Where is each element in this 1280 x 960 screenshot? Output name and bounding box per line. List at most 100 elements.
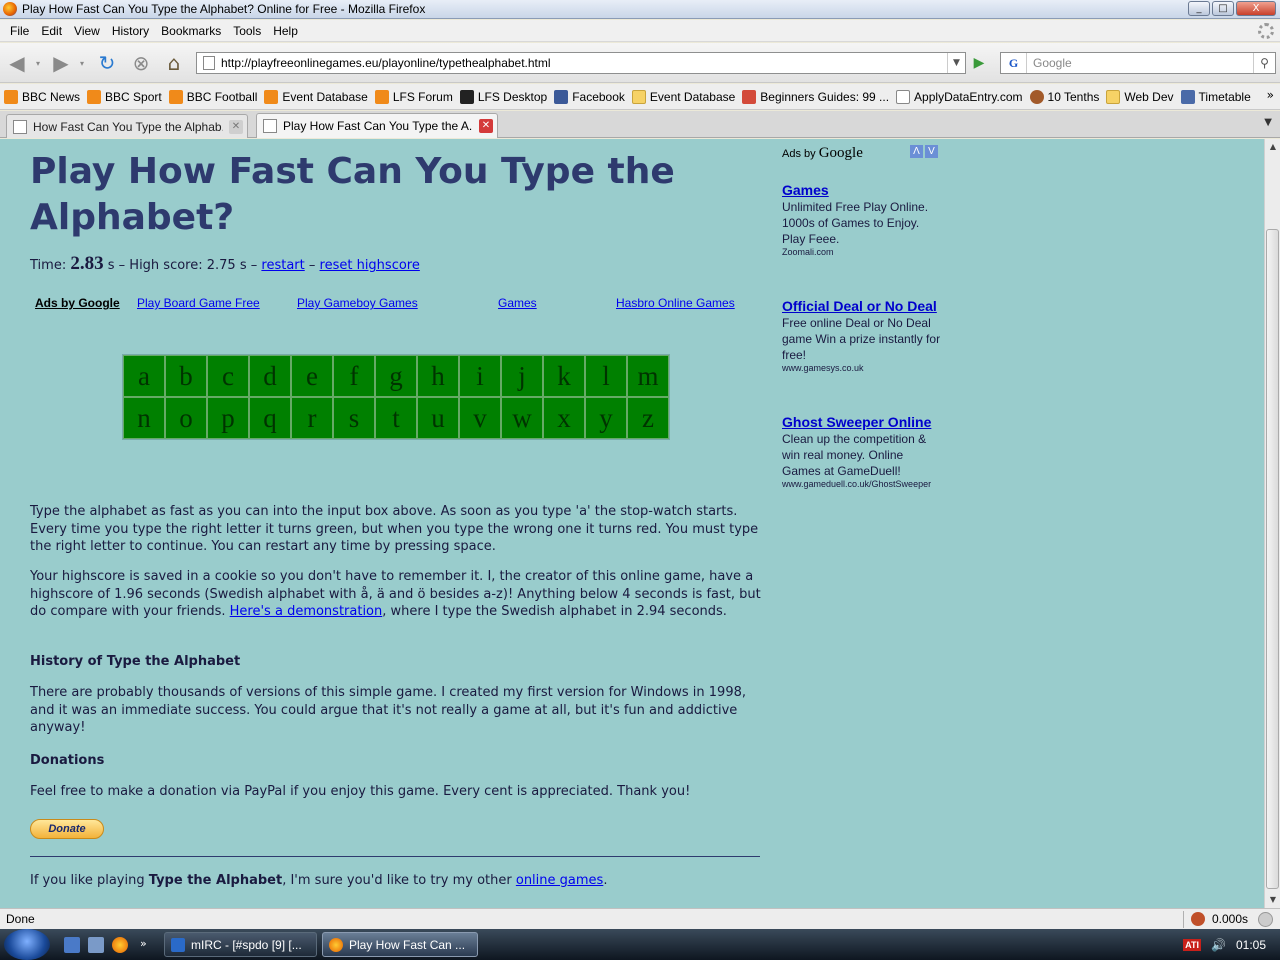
taskbar-mirc[interactable]: mIRC - [#spdo [9] [... <box>164 932 317 957</box>
quicklaunch-more-icon[interactable]: » <box>140 937 156 953</box>
bookmark-facebook[interactable]: Facebook <box>554 89 625 104</box>
firefox-quicklaunch-icon[interactable] <box>112 937 128 953</box>
bookmark-web-dev[interactable]: Web Dev <box>1106 89 1174 104</box>
maximize-button[interactable]: □ <box>1212 1 1234 16</box>
cms-icon <box>1180 89 1195 104</box>
clock[interactable]: 01:05 <box>1236 938 1266 952</box>
scrollbar-thumb[interactable] <box>1266 229 1279 889</box>
alphabet-grid[interactable]: abcdefghijklm nopqrstuvwxyz <box>122 354 670 440</box>
search-box[interactable]: G Google ⚲ <box>1000 52 1276 74</box>
minimize-button[interactable]: _ <box>1188 1 1210 16</box>
tab-play-type-alphabet[interactable]: Play How Fast Can You Type the A... ✕ <box>256 113 498 138</box>
ati-icon[interactable]: ATI <box>1183 938 1202 951</box>
online-games-link[interactable]: online games <box>516 873 603 888</box>
close-window-button[interactable]: X <box>1236 1 1276 16</box>
bookmark-lfs-forum[interactable]: LFS Forum <box>374 89 453 104</box>
window-title: Play How Fast Can You Type the Alphabet?… <box>22 2 426 16</box>
url-dropdown-icon[interactable]: ▼ <box>947 53 965 73</box>
menu-history[interactable]: History <box>106 24 155 38</box>
windows-taskbar: » mIRC - [#spdo [9] [... Play How Fast C… <box>0 929 1280 960</box>
forward-history-dropdown-icon[interactable]: ▾ <box>76 51 88 75</box>
url-text[interactable]: http://playfreeonlinegames.eu/playonline… <box>221 56 947 70</box>
letter-cell-i: i <box>459 355 501 397</box>
ad-prev-icon[interactable]: Λ <box>910 145 923 158</box>
home-icon[interactable]: ⌂ <box>161 51 187 75</box>
letter-cell-d: d <box>249 355 291 397</box>
bookmark-applydataentry[interactable]: ApplyDataEntry.com <box>896 89 1023 104</box>
bookmark-bbc-sport[interactable]: BBC Sport <box>87 89 162 104</box>
ads-by-google-label[interactable]: Ads by Google <box>782 145 863 162</box>
switch-windows-icon[interactable] <box>88 937 104 953</box>
rss-icon <box>168 89 183 104</box>
menu-tools[interactable]: Tools <box>227 24 267 38</box>
letter-cell-c: c <box>207 355 249 397</box>
show-desktop-icon[interactable] <box>64 937 80 953</box>
tab-type-alphabet[interactable]: How Fast Can You Type the Alphab... ✕ <box>6 114 248 138</box>
sidebar-ad-deal-or-no-deal[interactable]: Official Deal or No Deal Free online Dea… <box>782 298 942 373</box>
start-button[interactable] <box>4 929 50 960</box>
close-tab-icon[interactable]: ✕ <box>229 119 243 134</box>
sidebar-ad-ghost-sweeper[interactable]: Ghost Sweeper Online Clean up the compet… <box>782 414 942 489</box>
rss-icon <box>87 89 102 104</box>
time-line: Time: 2.83 s – High score: 2.75 s – rest… <box>30 253 420 274</box>
bookmark-bbc-football[interactable]: BBC Football <box>168 89 257 104</box>
addon-icon[interactable] <box>1191 912 1205 926</box>
status-circle-icon[interactable] <box>1258 912 1273 927</box>
footer-text: If you like playing Type the Alphabet, I… <box>30 873 608 888</box>
menu-help[interactable]: Help <box>267 24 304 38</box>
list-all-tabs-icon[interactable]: ▼ <box>1264 117 1272 128</box>
back-history-dropdown-icon[interactable]: ▾ <box>32 51 44 75</box>
forward-icon[interactable]: ▶ <box>48 51 74 75</box>
more-bookmarks-chevron-icon[interactable]: » <box>1267 88 1274 102</box>
letter-cell-t: t <box>375 397 417 439</box>
letter-cell-o: o <box>165 397 207 439</box>
demonstration-link[interactable]: Here's a demonstration <box>230 604 383 619</box>
vertical-scrollbar[interactable]: ▲ ▼ <box>1264 139 1280 908</box>
highscore-paragraph: Your highscore is saved in a cookie so y… <box>30 569 761 619</box>
folder-icon <box>631 89 646 104</box>
pc-icon <box>742 89 757 104</box>
menu-edit[interactable]: Edit <box>35 24 68 38</box>
bookmark-event-database-feed[interactable]: Event Database <box>264 89 368 104</box>
ad-hasbro-online-games[interactable]: Hasbro Online Games <box>616 296 735 310</box>
letter-cell-s: s <box>333 397 375 439</box>
page-icon <box>896 89 911 104</box>
scroll-up-icon[interactable]: ▲ <box>1265 139 1280 155</box>
ads-by-google-link[interactable]: Ads by Google <box>35 296 120 310</box>
search-input[interactable]: Google <box>1027 56 1253 70</box>
bookmark-10-tenths[interactable]: 10 Tenths <box>1029 89 1099 104</box>
lfs-icon <box>459 89 474 104</box>
menu-file[interactable]: File <box>4 24 35 38</box>
ad-next-icon[interactable]: V <box>925 145 938 158</box>
status-text: Done <box>6 912 35 926</box>
scroll-down-icon[interactable]: ▼ <box>1265 892 1280 908</box>
menu-view[interactable]: View <box>68 24 106 38</box>
search-icon[interactable]: ⚲ <box>1253 53 1275 73</box>
back-icon[interactable]: ◀ <box>4 51 30 75</box>
restart-link[interactable]: restart <box>261 258 304 273</box>
bookmark-lfs-desktop[interactable]: LFS Desktop <box>459 89 547 104</box>
sidebar-ad-games[interactable]: Games Unlimited Free Play Online. 1000s … <box>782 182 942 257</box>
ad-play-board-game-free[interactable]: Play Board Game Free <box>137 296 260 310</box>
go-icon[interactable]: ▶ <box>968 53 990 73</box>
firefox-icon <box>329 937 343 952</box>
stop-icon[interactable]: ⊗ <box>128 51 154 75</box>
search-engine-icon[interactable]: G <box>1001 53 1027 73</box>
ad-play-gameboy-games[interactable]: Play Gameboy Games <box>297 296 418 310</box>
bookmark-event-database-folder[interactable]: Event Database <box>631 89 735 104</box>
paypal-donate-button[interactable]: Donate <box>30 819 104 839</box>
menu-bookmarks[interactable]: Bookmarks <box>155 24 227 38</box>
taskbar-firefox[interactable]: Play How Fast Can ... <box>322 932 478 957</box>
bookmark-bbc-news[interactable]: BBC News <box>4 89 80 104</box>
donations-heading: Donations <box>30 753 105 768</box>
reload-icon[interactable]: ↻ <box>94 51 120 75</box>
activity-throbber-icon <box>1258 23 1274 39</box>
bookmark-timetable[interactable]: Timetable <box>1180 89 1251 104</box>
address-bar[interactable]: http://playfreeonlinegames.eu/playonline… <box>196 52 966 74</box>
bookmark-beginners-guides[interactable]: Beginners Guides: 99 ... <box>742 89 889 104</box>
volume-icon[interactable]: 🔊 <box>1211 938 1226 952</box>
letter-cell-q: q <box>249 397 291 439</box>
close-tab-icon[interactable]: ✕ <box>479 119 493 133</box>
ad-games[interactable]: Games <box>498 296 537 310</box>
reset-highscore-link[interactable]: reset highscore <box>320 258 420 273</box>
